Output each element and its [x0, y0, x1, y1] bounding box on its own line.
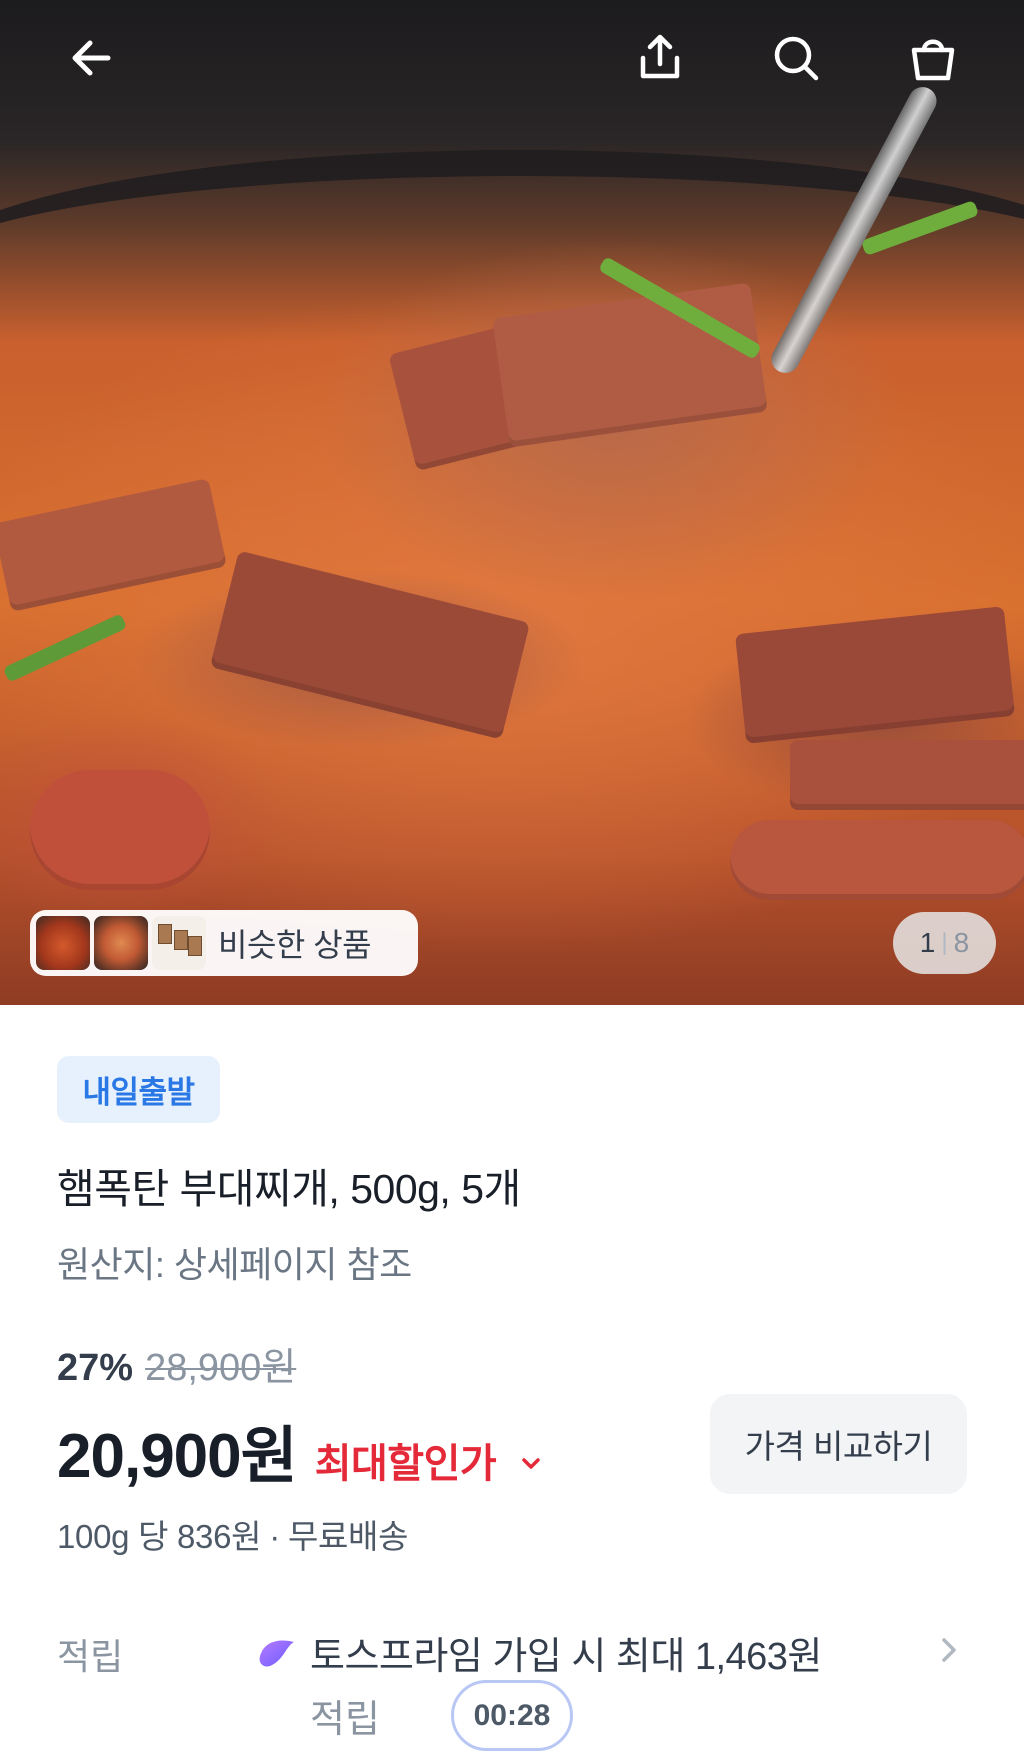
product-image[interactable]: 비슷한 상품 1 | 8 — [0, 0, 1024, 1005]
unit-price: 100g 당 836원 — [57, 1518, 262, 1555]
scallion — [2, 613, 128, 683]
similar-thumbnail — [36, 916, 90, 970]
similar-products-button[interactable]: 비슷한 상품 — [30, 910, 418, 976]
product-title: 햄폭탄 부대찌개, 500g, 5개 — [57, 1166, 521, 1212]
similar-products-label: 비슷한 상품 — [218, 927, 372, 963]
ham-slice — [209, 550, 531, 740]
ham-slice — [734, 606, 1016, 744]
back-arrow-icon — [72, 40, 111, 76]
share-button[interactable] — [624, 22, 696, 94]
origin-info: 원산지: 상세페이지 참조 — [57, 1244, 412, 1285]
toss-prime-icon — [259, 1640, 294, 1667]
total-pages: 8 — [953, 927, 970, 958]
discount-percent: 27% — [57, 1347, 134, 1389]
unit-price-row: 100g 당 836원 · 무료배송 — [57, 1510, 408, 1558]
similar-thumbnail — [94, 916, 148, 970]
similar-thumbnail — [152, 916, 206, 970]
page-separator: | — [941, 929, 948, 956]
shipping-info: 무료배송 — [287, 1518, 409, 1555]
image-page-counter: 1 | 8 — [893, 912, 996, 974]
countdown-timer: 00:28 — [451, 1680, 573, 1751]
price-row: 20,900원 최대할인가 — [57, 1405, 545, 1495]
sale-price: 20,900원 — [57, 1422, 298, 1491]
shopping-bag-icon — [911, 39, 955, 81]
reward-text: 토스프라임 가입 시 최대 1,463원 — [310, 1636, 822, 1678]
share-icon — [640, 34, 680, 79]
original-price: 28,900원 — [145, 1347, 297, 1389]
back-button[interactable] — [56, 22, 128, 94]
max-discount-toggle[interactable]: 최대할인가 — [315, 1431, 545, 1489]
search-button[interactable] — [760, 22, 832, 94]
separator-dot: · — [269, 1518, 280, 1555]
sausage — [30, 770, 210, 890]
max-discount-label: 최대할인가 — [314, 1442, 497, 1486]
ham-slice — [790, 740, 1024, 810]
search-icon — [774, 36, 819, 81]
reward-row[interactable]: 토스프라임 가입 시 최대 1,463원 — [256, 1625, 822, 1680]
delivery-badge: 내일출발 — [57, 1056, 220, 1123]
chevron-down-icon — [522, 1458, 540, 1469]
ham-slice — [0, 478, 227, 612]
compare-price-button[interactable]: 가격 비교하기 — [710, 1394, 967, 1494]
discount-row: 27% 28,900원 — [57, 1336, 296, 1391]
reward-text-continued: 적립 — [310, 1699, 380, 1741]
chevron-right-icon[interactable] — [934, 1630, 964, 1670]
reward-label: 적립 — [57, 1636, 124, 1677]
cart-button[interactable] — [897, 22, 969, 94]
sausage — [730, 820, 1024, 900]
current-page: 1 — [919, 927, 936, 958]
